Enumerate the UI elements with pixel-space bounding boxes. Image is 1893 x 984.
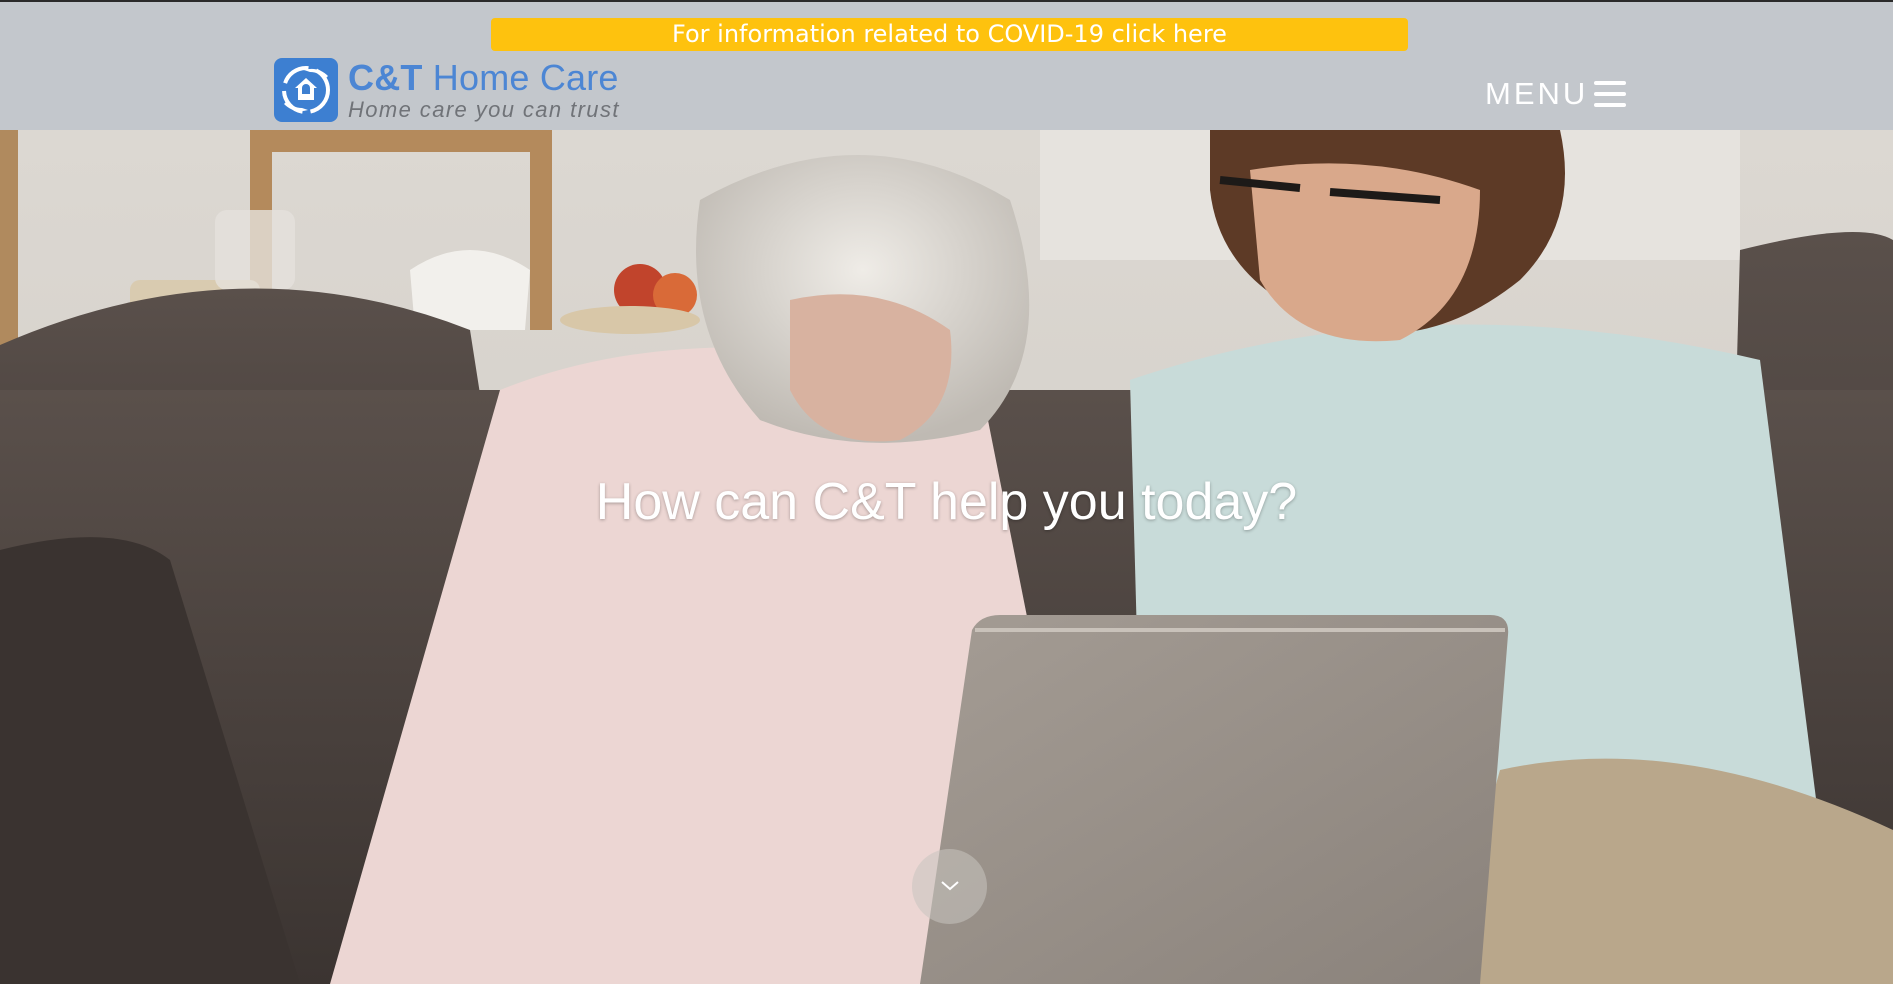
logo-tagline: Home care you can trust — [348, 97, 620, 122]
site-logo[interactable]: C&T Home Care Home care you can trust — [274, 58, 620, 122]
chevron-down-icon — [941, 881, 959, 891]
logo-name-rest: Home Care — [432, 57, 619, 98]
hero-section: How can C&T help you today? — [0, 130, 1893, 984]
menu-button[interactable]: MENU — [1485, 74, 1627, 114]
logo-name: C&T Home Care — [348, 58, 620, 98]
hero-headline: How can C&T help you today? — [595, 473, 1298, 531]
covid-announcement-link[interactable]: For information related to COVID-19 clic… — [491, 18, 1408, 51]
scroll-down-button[interactable] — [912, 849, 987, 924]
hamburger-icon — [1594, 80, 1627, 108]
site-header: For information related to COVID-19 clic… — [0, 0, 1893, 130]
menu-label: MENU — [1485, 76, 1589, 111]
logo-hands-house-icon — [274, 58, 338, 122]
logo-brand: C&T — [348, 57, 423, 98]
